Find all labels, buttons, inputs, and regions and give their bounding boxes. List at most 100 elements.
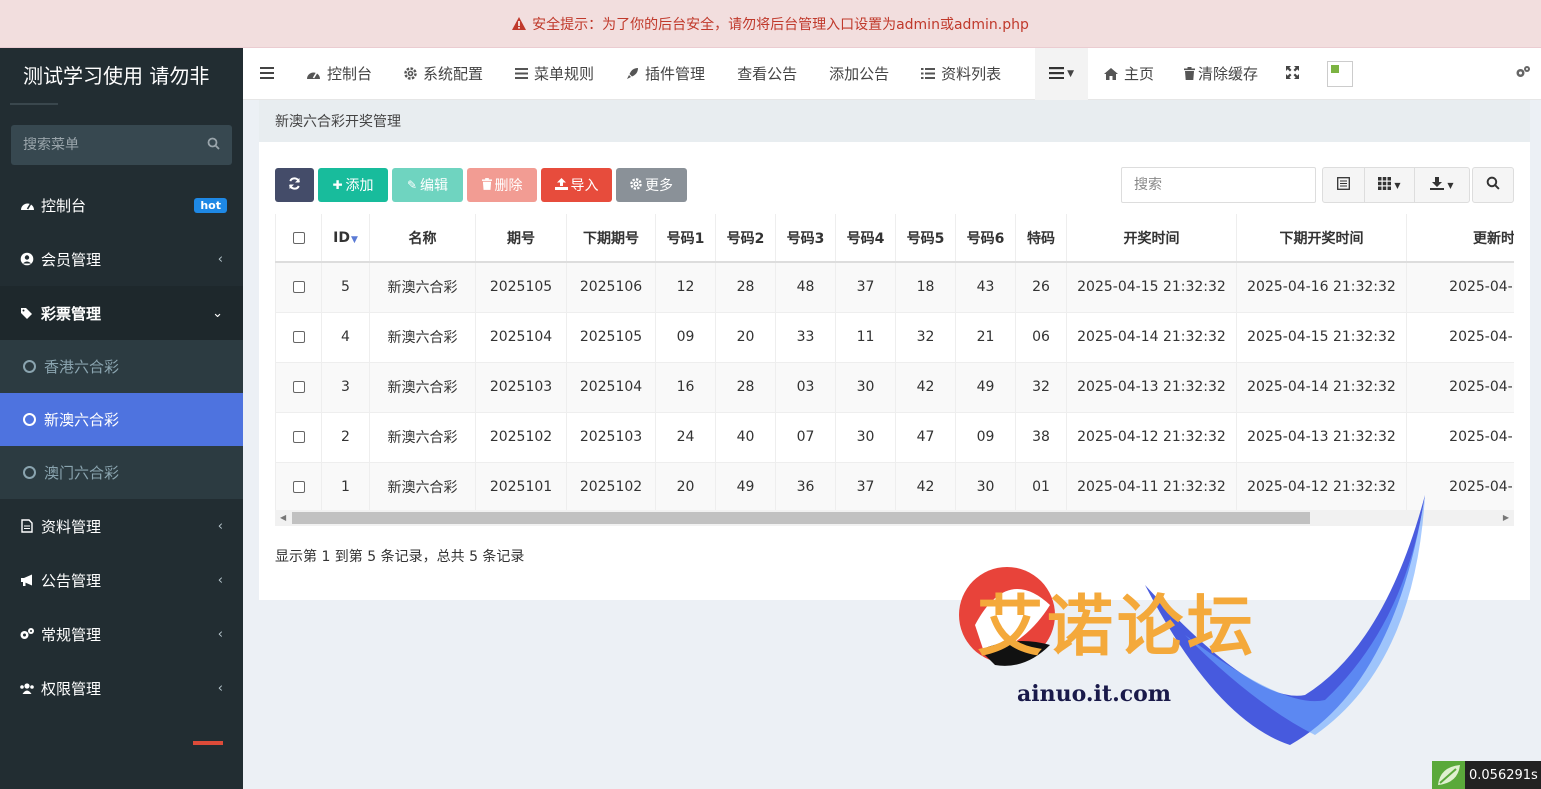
- clear-cache-label: 清除缓存: [1198, 65, 1259, 83]
- column-header[interactable]: 号码3: [775, 214, 836, 263]
- sidebar-item-data[interactable]: 资料管理 ‹: [0, 499, 243, 553]
- table-cell: 30: [835, 362, 896, 413]
- sidebar-item-members[interactable]: 会员管理 ‹: [0, 232, 243, 286]
- sidebar-item-general[interactable]: 常规管理 ‹: [0, 607, 243, 661]
- nav-tab-label: 插件管理: [645, 65, 706, 83]
- submenu-item-label: 香港六合彩: [44, 358, 120, 376]
- table-row[interactable]: 4 新澳六合彩 2025104 2025105 09 20 33 11 32 21 06 2025-0…: [275, 312, 1514, 363]
- scroll-left-icon[interactable]: ◀: [280, 513, 286, 522]
- nav-tab-add-notice[interactable]: 添加公告: [813, 48, 905, 100]
- submenu-item-hk[interactable]: 香港六合彩: [0, 340, 243, 393]
- brand-title[interactable]: 测试学习使用 请勿非: [0, 48, 243, 100]
- table-cell: 06: [1015, 312, 1067, 363]
- table-cell: 2025-04-12 21:32:32: [1066, 412, 1237, 463]
- column-header-id[interactable]: ID▼: [321, 214, 370, 263]
- table-row[interactable]: 3 新澳六合彩 2025103 2025104 16 28 03 30 42 49 32 2025-0…: [275, 362, 1514, 413]
- nav-tab-menu-rules[interactable]: 菜单规则: [499, 48, 610, 100]
- caret-down-icon: ▼: [1447, 180, 1454, 190]
- sidebar-item-permission[interactable]: 权限管理 ‹: [0, 661, 243, 715]
- edit-label: 编辑: [420, 178, 449, 194]
- row-checkbox[interactable]: [292, 331, 305, 343]
- row-checkbox-cell[interactable]: [275, 362, 322, 413]
- scroll-right-icon[interactable]: ▶: [1503, 513, 1509, 522]
- sidebar-item-label: 权限管理: [41, 679, 102, 698]
- sidebar-item-label: 会员管理: [41, 250, 102, 269]
- column-header[interactable]: 开奖时间: [1066, 214, 1237, 263]
- table-search-input[interactable]: [1121, 167, 1316, 203]
- sidebar-item-notice[interactable]: 公告管理 ‹: [0, 553, 243, 607]
- toggle-view-button[interactable]: [1323, 168, 1365, 202]
- column-header[interactable]: 号码4: [835, 214, 896, 263]
- cogs-icon: [19, 627, 35, 641]
- column-header[interactable]: 期号: [475, 214, 567, 263]
- menu-search-input[interactable]: [23, 137, 193, 153]
- rocket-icon: [626, 67, 639, 80]
- tags-icon: [19, 307, 35, 320]
- row-checkbox[interactable]: [292, 281, 305, 294]
- table-search-button[interactable]: [1472, 167, 1514, 203]
- row-checkbox[interactable]: [292, 381, 305, 393]
- refresh-button[interactable]: [275, 168, 314, 202]
- column-header[interactable]: 特码: [1015, 214, 1067, 263]
- fullscreen-button[interactable]: [1274, 48, 1311, 100]
- sidebar-item-partial[interactable]: [0, 715, 243, 745]
- table-row[interactable]: 2 新澳六合彩 2025102 2025103 24 40 07 30 47 09 38 2025-0…: [275, 412, 1514, 463]
- sidebar-toggle-button[interactable]: [243, 48, 290, 100]
- column-header[interactable]: 名称: [369, 214, 476, 263]
- delete-label: 删除: [494, 178, 523, 194]
- nav-tab-label: 菜单规则: [534, 65, 595, 83]
- column-header[interactable]: 号码1: [655, 214, 716, 263]
- column-header[interactable]: 下期期号: [566, 214, 656, 263]
- row-checkbox-cell[interactable]: [275, 312, 322, 363]
- export-dropdown-button[interactable]: ▼: [1415, 168, 1469, 202]
- table-cell: 47: [895, 412, 956, 463]
- select-all-checkbox[interactable]: [292, 231, 305, 244]
- edit-button[interactable]: ✎ 编辑: [392, 168, 463, 202]
- clear-cache-button[interactable]: 清除缓存: [1170, 48, 1274, 100]
- submenu-item-label: 澳门六合彩: [44, 464, 120, 482]
- nav-tabs-dropdown[interactable]: ▼: [1035, 47, 1089, 100]
- row-checkbox[interactable]: [292, 481, 305, 493]
- search-icon[interactable]: [207, 137, 220, 154]
- delete-button[interactable]: 删除: [467, 168, 537, 202]
- column-header[interactable]: 下期开奖时间: [1236, 214, 1407, 263]
- sidebar-item-lottery[interactable]: 彩票管理 ⌄: [0, 286, 243, 340]
- table-cell: 07: [775, 412, 836, 463]
- column-header[interactable]: 号码6: [955, 214, 1016, 263]
- table-row[interactable]: 5 新澳六合彩 2025105 2025106 12 28 48 37 18 43 26 2025-0…: [275, 262, 1514, 313]
- more-button[interactable]: 更多: [616, 168, 687, 202]
- bars-icon: [515, 68, 529, 79]
- column-header[interactable]: 号码5: [895, 214, 956, 263]
- nav-home-link[interactable]: 主页: [1088, 48, 1170, 100]
- sidebar-item-label: 彩票管理: [41, 304, 102, 323]
- import-button[interactable]: 导入: [541, 168, 612, 202]
- add-button[interactable]: ✚ 添加: [318, 168, 388, 202]
- user-circle-icon: [19, 252, 35, 266]
- table-cell: 5: [321, 262, 370, 313]
- row-checkbox-cell[interactable]: [275, 412, 322, 463]
- user-avatar[interactable]: [1327, 60, 1354, 87]
- nav-tab-label: 系统配置: [423, 65, 484, 83]
- table-view-buttons: ▼ ▼: [1322, 167, 1470, 203]
- nav-tab-system-config[interactable]: 系统配置: [388, 48, 499, 100]
- add-label: 添加: [345, 178, 374, 194]
- column-header[interactable]: 号码2: [715, 214, 776, 263]
- nav-tab-data-list[interactable]: 资料列表: [905, 48, 1017, 100]
- table-cell: 20: [715, 312, 776, 363]
- row-checkbox-cell[interactable]: [275, 262, 322, 313]
- select-all-checkbox-cell[interactable]: [275, 214, 322, 263]
- row-checkbox[interactable]: [292, 431, 305, 443]
- submenu-item-xinao[interactable]: 新澳六合彩: [0, 393, 243, 446]
- nav-tab-view-notice[interactable]: 查看公告: [721, 48, 813, 100]
- sidebar-item-dashboard[interactable]: 控制台 hot: [0, 178, 243, 232]
- nav-tab-dashboard[interactable]: 控制台: [290, 48, 388, 100]
- cogs-icon[interactable]: [1515, 64, 1531, 83]
- submenu-item-macau[interactable]: 澳门六合彩: [0, 446, 243, 499]
- home-icon: [1104, 67, 1119, 80]
- nav-tab-plugins[interactable]: 插件管理: [610, 48, 721, 100]
- chevron-left-icon: ‹: [217, 626, 223, 642]
- column-header[interactable]: 更新时间: [1406, 214, 1514, 263]
- row-checkbox-cell[interactable]: [275, 462, 322, 513]
- nav-home-label: 主页: [1124, 65, 1155, 83]
- columns-dropdown-button[interactable]: ▼: [1365, 168, 1415, 202]
